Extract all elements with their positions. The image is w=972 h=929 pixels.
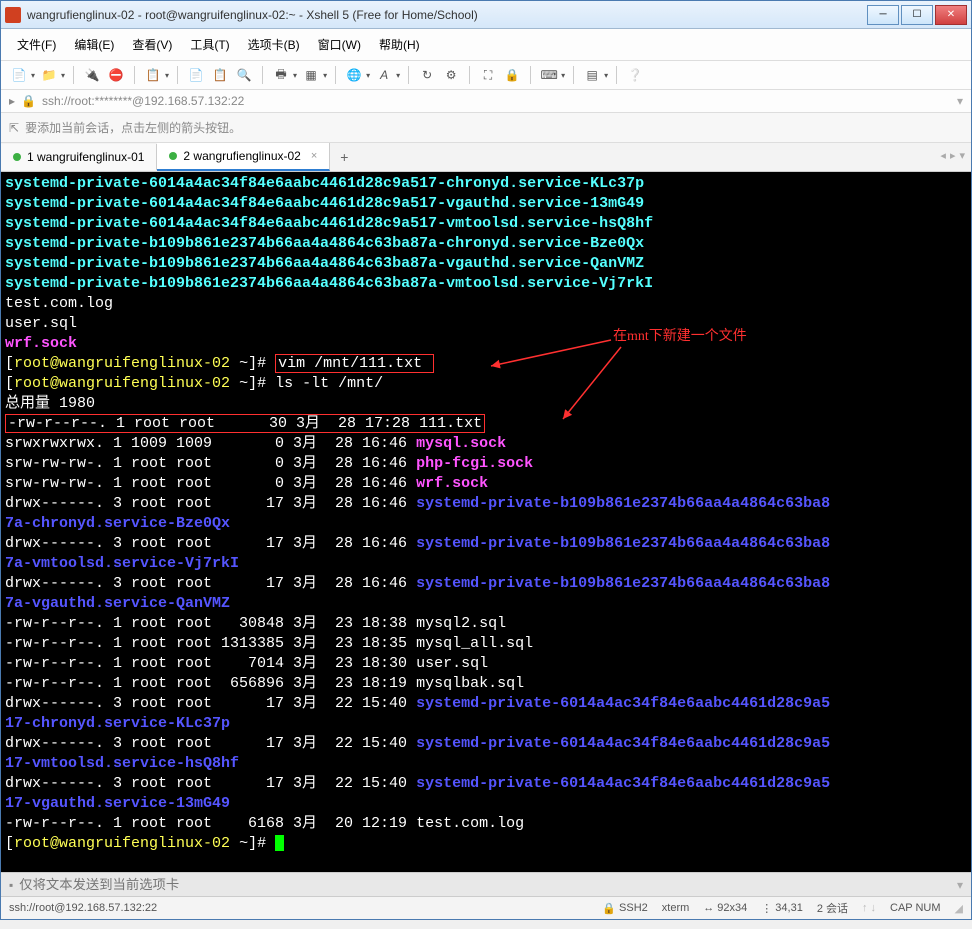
status-caps-num: CAP NUM	[890, 902, 941, 914]
paste-icon[interactable]: 📋	[210, 65, 230, 85]
arrow-icon[interactable]: ⇱	[9, 121, 19, 135]
keyboard-icon[interactable]: ⌨	[539, 65, 559, 85]
annotation-text: 在mnt下新建一个文件	[613, 327, 747, 347]
dropdown-icon[interactable]: ▾	[561, 71, 565, 80]
tab-prev-icon[interactable]: ◂	[940, 149, 946, 162]
tab-label: 1 wangruifenglinux-01	[27, 150, 144, 164]
print-icon[interactable]: 🖶	[271, 65, 291, 85]
down-icon[interactable]: ↓	[871, 902, 877, 914]
refresh-icon[interactable]: ↻	[417, 65, 437, 85]
tab-menu-icon[interactable]: ▾	[959, 149, 965, 162]
lock-icon: 🔒	[602, 902, 616, 915]
copy-icon[interactable]: 📄	[186, 65, 206, 85]
layout-icon[interactable]: ▦	[301, 65, 321, 85]
status-dot-icon	[169, 152, 177, 160]
status-cursor-pos: 34,31	[775, 902, 803, 914]
reconnect-icon[interactable]: 🔌	[82, 65, 102, 85]
lock-icon[interactable]: 🔒	[502, 65, 522, 85]
statusbar: ssh://root@192.168.57.132:22 🔒SSH2 xterm…	[1, 896, 971, 919]
close-tab-icon[interactable]: ×	[311, 150, 317, 162]
dropdown-icon[interactable]: ▾	[323, 71, 327, 80]
app-window: wangrufienglinux-02 - root@wangruifengli…	[0, 0, 972, 920]
session-arrow-icon[interactable]: ▸	[9, 94, 15, 108]
add-tab-button[interactable]: +	[330, 145, 358, 169]
help-icon[interactable]: ❔	[625, 65, 645, 85]
menu-item[interactable]: 窗口(W)	[310, 33, 369, 56]
terminal[interactable]: systemd-private-6014a4ac34f84e6aabc4461d…	[1, 172, 971, 872]
menu-item[interactable]: 工具(T)	[182, 33, 237, 56]
status-sessions: 2 会话	[817, 900, 848, 916]
hint-bar: ⇱ 要添加当前会话，点击左侧的箭头按钮。	[1, 113, 971, 143]
session-tab[interactable]: 1 wangruifenglinux-01	[1, 144, 157, 170]
app-icon	[5, 7, 21, 23]
send-icon[interactable]: ▪	[9, 878, 13, 892]
send-menu-icon[interactable]: ▾	[957, 878, 963, 892]
status-size: 92x34	[717, 902, 747, 914]
status-connection: ssh://root@192.168.57.132:22	[9, 902, 157, 914]
tile-icon[interactable]: ▤	[582, 65, 602, 85]
resize-icon: ↔	[703, 902, 714, 914]
session-tab[interactable]: 2 wangrufienglinux-02 ×	[157, 143, 330, 171]
disconnect-icon[interactable]: ⛔	[106, 65, 126, 85]
new-icon[interactable]: 📄	[9, 65, 29, 85]
menu-item[interactable]: 选项卡(B)	[240, 33, 308, 56]
font-icon[interactable]: A	[374, 65, 394, 85]
status-dot-icon	[13, 153, 21, 161]
minimize-button[interactable]: ─	[867, 5, 899, 25]
up-icon[interactable]: ↑	[862, 902, 868, 914]
dropdown-icon[interactable]: ▾	[396, 71, 400, 80]
dropdown-icon[interactable]: ▾	[165, 71, 169, 80]
tabbar: 1 wangruifenglinux-01 2 wangrufienglinux-…	[1, 143, 971, 172]
resize-grip-icon[interactable]: ◢	[955, 902, 963, 915]
maximize-button[interactable]: ☐	[901, 5, 933, 25]
toolbar: 📄▾ 📁▾ 🔌 ⛔ 📋▾ 📄 📋 🔍 🖶▾ ▦▾ 🌐▾ A▾ ↻ ⚙ ⛶ 🔒 ⌨…	[1, 61, 971, 90]
send-input[interactable]	[19, 877, 951, 892]
lock-icon: 🔒	[21, 94, 36, 108]
properties-icon[interactable]: 📋	[143, 65, 163, 85]
menu-item[interactable]: 帮助(H)	[371, 33, 428, 56]
globe-icon[interactable]: 🌐	[344, 65, 364, 85]
close-button[interactable]: ✕	[935, 5, 967, 25]
status-termtype: xterm	[662, 902, 690, 914]
menu-item[interactable]: 查看(V)	[124, 33, 180, 56]
menu-item[interactable]: 编辑(E)	[66, 33, 122, 56]
fullscreen-icon[interactable]: ⛶	[478, 65, 498, 85]
dropdown-icon[interactable]: ▾	[604, 71, 608, 80]
dropdown-icon[interactable]: ▾	[31, 71, 35, 80]
menubar: 文件(F)编辑(E)查看(V)工具(T)选项卡(B)窗口(W)帮助(H)	[1, 29, 971, 61]
script-icon[interactable]: ⚙	[441, 65, 461, 85]
addressbar[interactable]: ▸ 🔒 ssh://root:********@192.168.57.132:2…	[1, 90, 971, 113]
find-icon[interactable]: 🔍	[234, 65, 254, 85]
tab-next-icon[interactable]: ▸	[950, 149, 956, 162]
menu-item[interactable]: 文件(F)	[9, 33, 64, 56]
status-protocol: SSH2	[619, 902, 648, 914]
tab-label: 2 wangrufienglinux-02	[183, 149, 300, 163]
hint-text: 要添加当前会话，点击左侧的箭头按钮。	[25, 119, 241, 136]
dropdown-icon[interactable]: ▾	[957, 94, 963, 108]
dropdown-icon[interactable]: ▾	[61, 71, 65, 80]
dropdown-icon[interactable]: ▾	[366, 71, 370, 80]
cursor-icon: ⋮	[761, 902, 772, 915]
window-title: wangrufienglinux-02 - root@wangruifengli…	[27, 8, 867, 22]
dropdown-icon[interactable]: ▾	[293, 71, 297, 80]
open-icon[interactable]: 📁	[39, 65, 59, 85]
titlebar[interactable]: wangrufienglinux-02 - root@wangruifengli…	[1, 1, 971, 29]
address-text[interactable]: ssh://root:********@192.168.57.132:22	[42, 94, 244, 108]
send-bar[interactable]: ▪ ▾	[1, 872, 971, 896]
